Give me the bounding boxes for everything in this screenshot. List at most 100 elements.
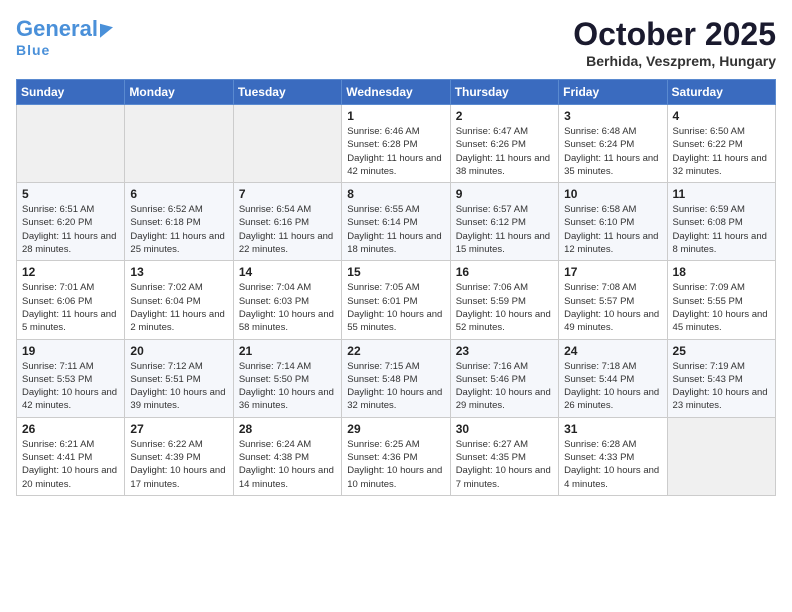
logo-blue: Blue [16, 42, 50, 58]
day-number: 19 [22, 344, 119, 358]
calendar-cell: 21 Sunrise: 7:14 AM Sunset: 5:50 PM Dayli… [233, 339, 341, 417]
day-number: 29 [347, 422, 444, 436]
day-info: Sunrise: 6:48 AM Sunset: 6:24 PM Dayligh… [564, 125, 661, 178]
day-info: Sunrise: 7:19 AM Sunset: 5:43 PM Dayligh… [673, 360, 770, 413]
calendar-cell: 15 Sunrise: 7:05 AM Sunset: 6:01 PM Dayli… [342, 261, 450, 339]
day-number: 21 [239, 344, 336, 358]
weekday-header: Wednesday [342, 80, 450, 105]
day-info: Sunrise: 6:50 AM Sunset: 6:22 PM Dayligh… [673, 125, 770, 178]
day-info: Sunrise: 6:46 AM Sunset: 6:28 PM Dayligh… [347, 125, 444, 178]
calendar-cell: 18 Sunrise: 7:09 AM Sunset: 5:55 PM Dayli… [667, 261, 775, 339]
weekday-header: Sunday [17, 80, 125, 105]
day-number: 5 [22, 187, 119, 201]
day-info: Sunrise: 6:47 AM Sunset: 6:26 PM Dayligh… [456, 125, 553, 178]
calendar-cell: 14 Sunrise: 7:04 AM Sunset: 6:03 PM Dayli… [233, 261, 341, 339]
calendar-cell: 9 Sunrise: 6:57 AM Sunset: 6:12 PM Daylig… [450, 183, 558, 261]
day-info: Sunrise: 7:15 AM Sunset: 5:48 PM Dayligh… [347, 360, 444, 413]
day-info: Sunrise: 7:18 AM Sunset: 5:44 PM Dayligh… [564, 360, 661, 413]
calendar-cell [17, 105, 125, 183]
day-info: Sunrise: 6:21 AM Sunset: 4:41 PM Dayligh… [22, 438, 119, 491]
title-block: October 2025 Berhida, Veszprem, Hungary [573, 16, 776, 69]
day-info: Sunrise: 7:02 AM Sunset: 6:04 PM Dayligh… [130, 281, 227, 334]
day-number: 24 [564, 344, 661, 358]
day-number: 4 [673, 109, 770, 123]
calendar-cell: 27Sunrise: 6:22 AM Sunset: 4:39 PM Dayli… [125, 417, 233, 495]
day-info: Sunrise: 6:25 AM Sunset: 4:36 PM Dayligh… [347, 438, 444, 491]
calendar-cell: 12 Sunrise: 7:01 AM Sunset: 6:06 PM Dayli… [17, 261, 125, 339]
day-info: Sunrise: 6:24 AM Sunset: 4:38 PM Dayligh… [239, 438, 336, 491]
day-number: 20 [130, 344, 227, 358]
calendar-cell [233, 105, 341, 183]
day-info: Sunrise: 7:04 AM Sunset: 6:03 PM Dayligh… [239, 281, 336, 334]
day-number: 8 [347, 187, 444, 201]
day-number: 12 [22, 265, 119, 279]
calendar-cell: 7 Sunrise: 6:54 AM Sunset: 6:16 PM Daylig… [233, 183, 341, 261]
calendar-cell: 5 Sunrise: 6:51 AM Sunset: 6:20 PM Daylig… [17, 183, 125, 261]
day-info: Sunrise: 6:27 AM Sunset: 4:35 PM Dayligh… [456, 438, 553, 491]
calendar-cell: 1 Sunrise: 6:46 AM Sunset: 6:28 PM Daylig… [342, 105, 450, 183]
day-info: Sunrise: 6:51 AM Sunset: 6:20 PM Dayligh… [22, 203, 119, 256]
logo-arrow-icon [100, 20, 113, 37]
day-info: Sunrise: 6:52 AM Sunset: 6:18 PM Dayligh… [130, 203, 227, 256]
weekday-header-row: SundayMondayTuesdayWednesdayThursdayFrid… [17, 80, 776, 105]
calendar-week-row: 12 Sunrise: 7:01 AM Sunset: 6:06 PM Dayli… [17, 261, 776, 339]
calendar-cell: 19 Sunrise: 7:11 AM Sunset: 5:53 PM Dayli… [17, 339, 125, 417]
day-info: Sunrise: 7:16 AM Sunset: 5:46 PM Dayligh… [456, 360, 553, 413]
day-number: 22 [347, 344, 444, 358]
calendar-cell: 11 Sunrise: 6:59 AM Sunset: 6:08 PM Dayli… [667, 183, 775, 261]
month-title: October 2025 [573, 16, 776, 53]
day-number: 17 [564, 265, 661, 279]
weekday-header: Friday [559, 80, 667, 105]
day-number: 1 [347, 109, 444, 123]
calendar-cell [125, 105, 233, 183]
calendar-cell: 13 Sunrise: 7:02 AM Sunset: 6:04 PM Dayli… [125, 261, 233, 339]
day-number: 9 [456, 187, 553, 201]
day-info: Sunrise: 7:11 AM Sunset: 5:53 PM Dayligh… [22, 360, 119, 413]
day-number: 14 [239, 265, 336, 279]
day-number: 18 [673, 265, 770, 279]
calendar-cell: 26 Sunrise: 6:21 AM Sunset: 4:41 PM Dayli… [17, 417, 125, 495]
logo-general: General [16, 16, 98, 42]
calendar-cell: 30 Sunrise: 6:27 AM Sunset: 4:35 PM Dayli… [450, 417, 558, 495]
day-number: 13 [130, 265, 227, 279]
calendar-week-row: 5 Sunrise: 6:51 AM Sunset: 6:20 PM Daylig… [17, 183, 776, 261]
calendar-cell [667, 417, 775, 495]
calendar-cell: 20 Sunrise: 7:12 AM Sunset: 5:51 PM Dayli… [125, 339, 233, 417]
day-number: 3 [564, 109, 661, 123]
day-number: 26 [22, 422, 119, 436]
day-number: 16 [456, 265, 553, 279]
day-info: Sunrise: 6:54 AM Sunset: 6:16 PM Dayligh… [239, 203, 336, 256]
day-number: 28 [239, 422, 336, 436]
day-info: Sunrise: 6:57 AM Sunset: 6:12 PM Dayligh… [456, 203, 553, 256]
day-number: 23 [456, 344, 553, 358]
day-info: Sunrise: 7:12 AM Sunset: 5:51 PM Dayligh… [130, 360, 227, 413]
day-number: 30 [456, 422, 553, 436]
calendar-week-row: 26 Sunrise: 6:21 AM Sunset: 4:41 PM Dayli… [17, 417, 776, 495]
calendar-cell: 29 Sunrise: 6:25 AM Sunset: 4:36 PM Dayli… [342, 417, 450, 495]
calendar-cell: 8 Sunrise: 6:55 AM Sunset: 6:14 PM Daylig… [342, 183, 450, 261]
day-number: 31 [564, 422, 661, 436]
calendar-week-row: 1 Sunrise: 6:46 AM Sunset: 6:28 PM Daylig… [17, 105, 776, 183]
day-info: Sunrise: 6:28 AM Sunset: 4:33 PM Dayligh… [564, 438, 661, 491]
calendar-cell: 3 Sunrise: 6:48 AM Sunset: 6:24 PM Daylig… [559, 105, 667, 183]
calendar-cell: 6 Sunrise: 6:52 AM Sunset: 6:18 PM Daylig… [125, 183, 233, 261]
day-info: Sunrise: 6:58 AM Sunset: 6:10 PM Dayligh… [564, 203, 661, 256]
day-number: 2 [456, 109, 553, 123]
day-number: 15 [347, 265, 444, 279]
day-info: Sunrise: 7:14 AM Sunset: 5:50 PM Dayligh… [239, 360, 336, 413]
calendar-cell: 4 Sunrise: 6:50 AM Sunset: 6:22 PM Daylig… [667, 105, 775, 183]
day-info: Sunrise: 7:01 AM Sunset: 6:06 PM Dayligh… [22, 281, 119, 334]
day-number: 6 [130, 187, 227, 201]
day-number: 25 [673, 344, 770, 358]
day-number: 10 [564, 187, 661, 201]
day-number: 7 [239, 187, 336, 201]
calendar-cell: 31 Sunrise: 6:28 AM Sunset: 4:33 PM Dayli… [559, 417, 667, 495]
day-number: 11 [673, 187, 770, 201]
day-info: Sunrise: 6:59 AM Sunset: 6:08 PM Dayligh… [673, 203, 770, 256]
day-info: Sunrise: 6:55 AM Sunset: 6:14 PM Dayligh… [347, 203, 444, 256]
logo: General Blue [16, 16, 113, 58]
calendar-cell: 25 Sunrise: 7:19 AM Sunset: 5:43 PM Dayli… [667, 339, 775, 417]
day-info: Sunrise: 7:05 AM Sunset: 6:01 PM Dayligh… [347, 281, 444, 334]
page-header: General Blue October 2025 Berhida, Veszp… [16, 16, 776, 69]
day-info: Sunrise: 7:09 AM Sunset: 5:55 PM Dayligh… [673, 281, 770, 334]
